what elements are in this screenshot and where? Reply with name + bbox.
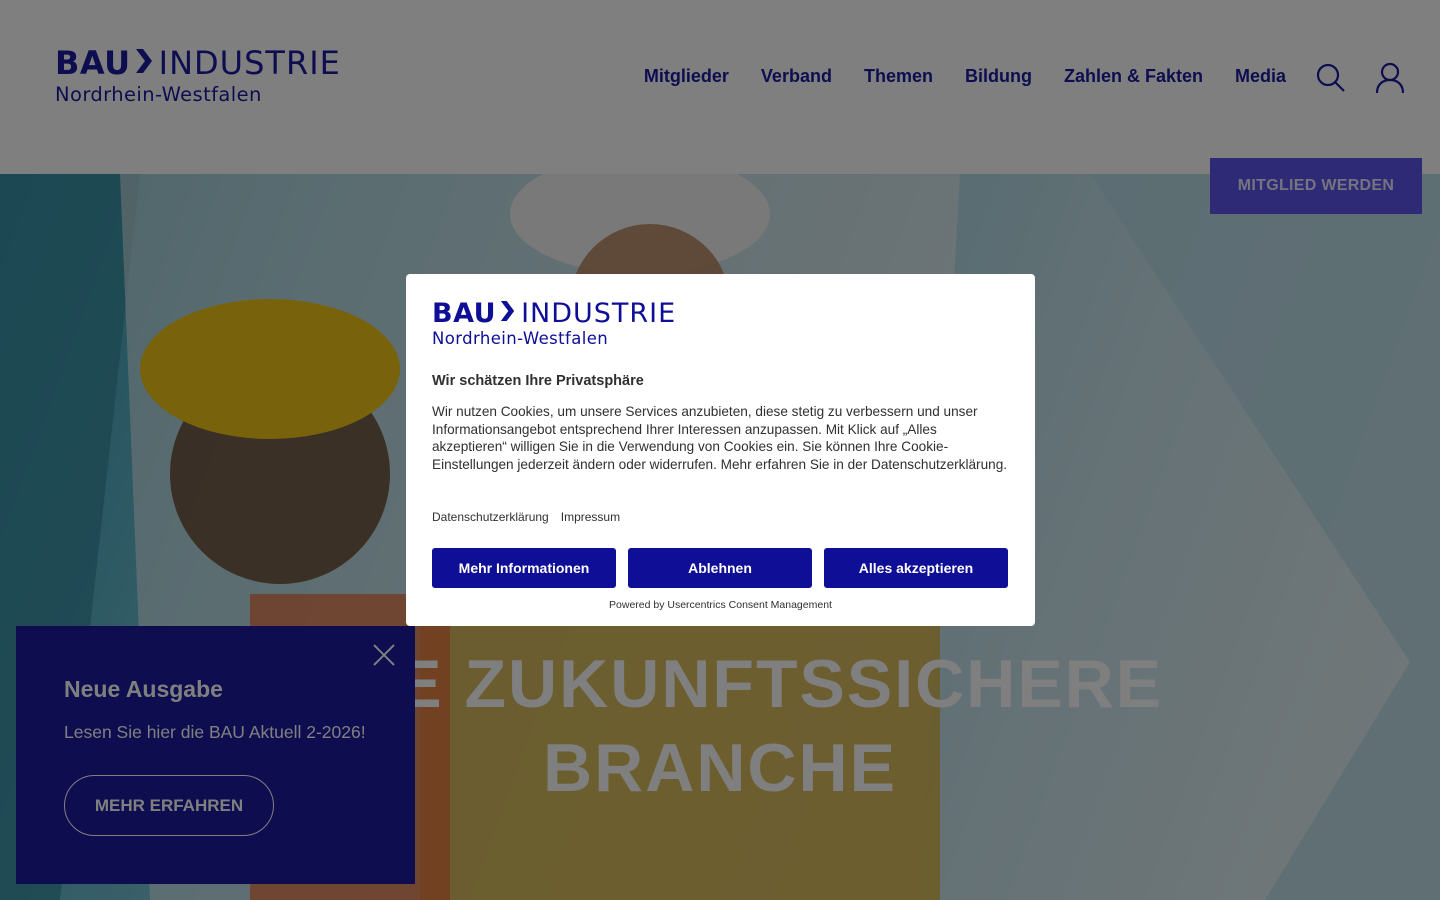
consent-title: Wir schätzen Ihre Privatsphäre — [432, 373, 644, 389]
consent-logo-wordmark: BAU INDUSTRIE — [432, 297, 677, 329]
cookie-consent-dialog: BAU INDUSTRIE Nordrhein-Westfalen Wir sc… — [406, 274, 1035, 626]
deny-button[interactable]: Ablehnen — [628, 548, 812, 588]
powered-by-text: Powered by Usercentrics Consent Manageme… — [609, 599, 832, 611]
consent-links: Datenschutzerklärung Impressum — [432, 510, 620, 524]
consent-buttons: Mehr Informationen Ablehnen Alles akzept… — [432, 548, 1008, 588]
consent-logo-chevron-icon — [500, 300, 515, 327]
accept-all-button[interactable]: Alles akzeptieren — [824, 548, 1008, 588]
consent-text: Wir nutzen Cookies, um unsere Services a… — [432, 404, 1008, 472]
consent-logo-bau-text: BAU — [432, 297, 497, 329]
consent-logo-industrie-text: INDUSTRIE — [521, 297, 677, 329]
imprint-link[interactable]: Impressum — [561, 510, 620, 524]
consent-logo-region-text: Nordrhein-Westfalen — [432, 329, 609, 348]
consent-logo: BAU INDUSTRIE Nordrhein-Westfalen — [432, 297, 677, 349]
more-information-button[interactable]: Mehr Informationen — [432, 548, 616, 588]
privacy-policy-link[interactable]: Datenschutzerklärung — [432, 510, 549, 524]
